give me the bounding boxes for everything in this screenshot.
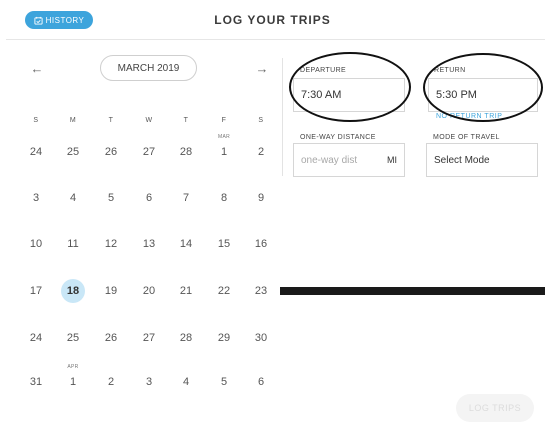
distance-unit: MI	[387, 155, 397, 165]
calendar-day[interactable]: 22	[212, 285, 236, 297]
calendar-day-selected[interactable]: 18	[61, 279, 85, 303]
calendar-day[interactable]: 1	[61, 376, 85, 388]
annotation-circle-return	[423, 53, 543, 122]
calendar-day[interactable]: 2	[99, 376, 123, 388]
annotation-circle-departure	[289, 52, 411, 122]
calendar-day[interactable]: 6	[249, 376, 273, 388]
calendar-day[interactable]: 4	[174, 376, 198, 388]
mode-of-travel-select[interactable]: Select Mode	[426, 143, 538, 177]
calendar-day[interactable]: 16	[249, 238, 273, 250]
calendar-day[interactable]: 17	[24, 285, 48, 297]
month-selector[interactable]: MARCH 2019	[100, 55, 197, 81]
calendar-day[interactable]: 19	[99, 285, 123, 297]
calendar-day[interactable]: 2	[249, 146, 273, 158]
redaction-bar	[280, 287, 545, 295]
calendar-day[interactable]: 29	[212, 332, 236, 344]
log-trips-button[interactable]: LOG TRIPS	[456, 394, 534, 422]
calendar-day[interactable]: 15	[212, 238, 236, 250]
arrow-left-icon[interactable]: ←	[29, 61, 45, 76]
weekday-header: S	[33, 117, 39, 124]
calendar-day[interactable]: 30	[249, 332, 273, 344]
weekday-header: W	[145, 117, 153, 124]
calendar-day[interactable]: 6	[137, 192, 161, 204]
calendar-day[interactable]: 21	[174, 285, 198, 297]
calendar-day[interactable]: 14	[174, 238, 198, 250]
calendar-day[interactable]: 7	[174, 192, 198, 204]
calendar-day[interactable]: 10	[24, 238, 48, 250]
calendar-day[interactable]: 26	[99, 146, 123, 158]
weekday-header: S	[258, 117, 264, 124]
weekday-header: T	[183, 117, 189, 124]
calendar-day[interactable]: 23	[249, 285, 273, 297]
calendar-day[interactable]: 1	[212, 146, 236, 158]
month-label: MARCH 2019	[117, 62, 180, 74]
oneway-distance-label: ONE-WAY DISTANCE	[300, 134, 376, 141]
calendar-day[interactable]: 24	[24, 332, 48, 344]
calendar-day[interactable]: 11	[61, 238, 85, 250]
arrow-right-icon[interactable]: →	[254, 61, 270, 76]
calendar-day[interactable]: 27	[137, 146, 161, 158]
calendar-day[interactable]: 31	[24, 376, 48, 388]
calendar-day[interactable]: 4	[61, 192, 85, 204]
oneway-distance-placeholder: one-way dist	[301, 154, 358, 166]
weekday-header: T	[108, 117, 114, 124]
calendar-day[interactable]: 27	[137, 332, 161, 344]
calendar-day[interactable]: 28	[174, 146, 198, 158]
calendar-day[interactable]: 26	[99, 332, 123, 344]
month-start-label: APR	[67, 364, 79, 370]
page-title: LOG YOUR TRIPS	[214, 13, 331, 27]
calendar-day[interactable]: 9	[249, 192, 273, 204]
calendar-day[interactable]: 25	[61, 332, 85, 344]
calendar-day[interactable]: 3	[137, 376, 161, 388]
calendar-day[interactable]: 28	[174, 332, 198, 344]
weekday-header: F	[221, 117, 227, 124]
vertical-divider	[282, 58, 283, 176]
calendar-day[interactable]: 13	[137, 238, 161, 250]
weekday-header: M	[69, 117, 77, 124]
calendar-day[interactable]: 12	[99, 238, 123, 250]
month-start-label: MAR	[217, 134, 230, 140]
mode-of-travel-label: MODE OF TRAVEL	[433, 134, 500, 141]
header-divider	[6, 39, 545, 40]
calendar-day[interactable]: 20	[137, 285, 161, 297]
mode-of-travel-value: Select Mode	[434, 154, 490, 166]
calendar-day[interactable]: 5	[212, 376, 236, 388]
oneway-distance-input[interactable]: one-way dist MI	[293, 143, 405, 177]
log-trips-label: LOG TRIPS	[468, 403, 522, 413]
calendar-day[interactable]: 24	[24, 146, 48, 158]
calendar-day[interactable]: 3	[24, 192, 48, 204]
calendar-day[interactable]: 25	[61, 146, 85, 158]
calendar-day[interactable]: 5	[99, 192, 123, 204]
calendar-day[interactable]: 8	[212, 192, 236, 204]
